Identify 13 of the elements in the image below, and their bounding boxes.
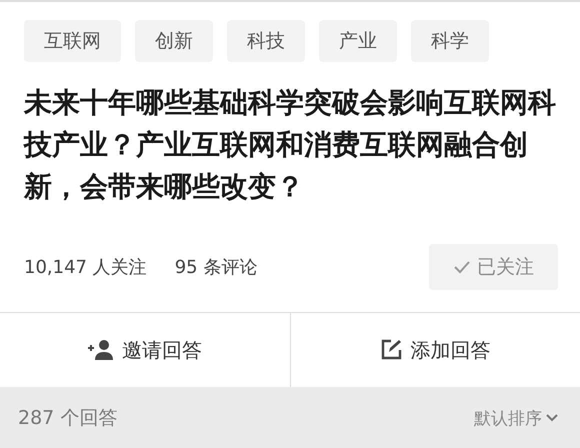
topic-tag[interactable]: 科学 <box>411 20 489 62</box>
chevron-down-icon <box>546 414 558 422</box>
topic-tag[interactable]: 科技 <box>227 20 305 62</box>
follower-count: 10,147 人关注 <box>24 256 147 279</box>
topic-tag[interactable]: 互联网 <box>24 20 121 62</box>
check-icon <box>453 260 471 274</box>
comment-count[interactable]: 95 条评论 <box>174 255 258 279</box>
edit-icon <box>380 339 402 361</box>
topic-tag[interactable]: 创新 <box>135 20 213 62</box>
topic-tag[interactable]: 产业 <box>319 20 397 62</box>
answer-count: 287 个回答 <box>18 406 118 431</box>
add-person-icon <box>88 339 114 361</box>
question-title: 未来十年哪些基础科学突破会影响互联网科技产业？产业互联网和消费互联网融合创新，会带来哪些改变？ <box>24 85 557 205</box>
